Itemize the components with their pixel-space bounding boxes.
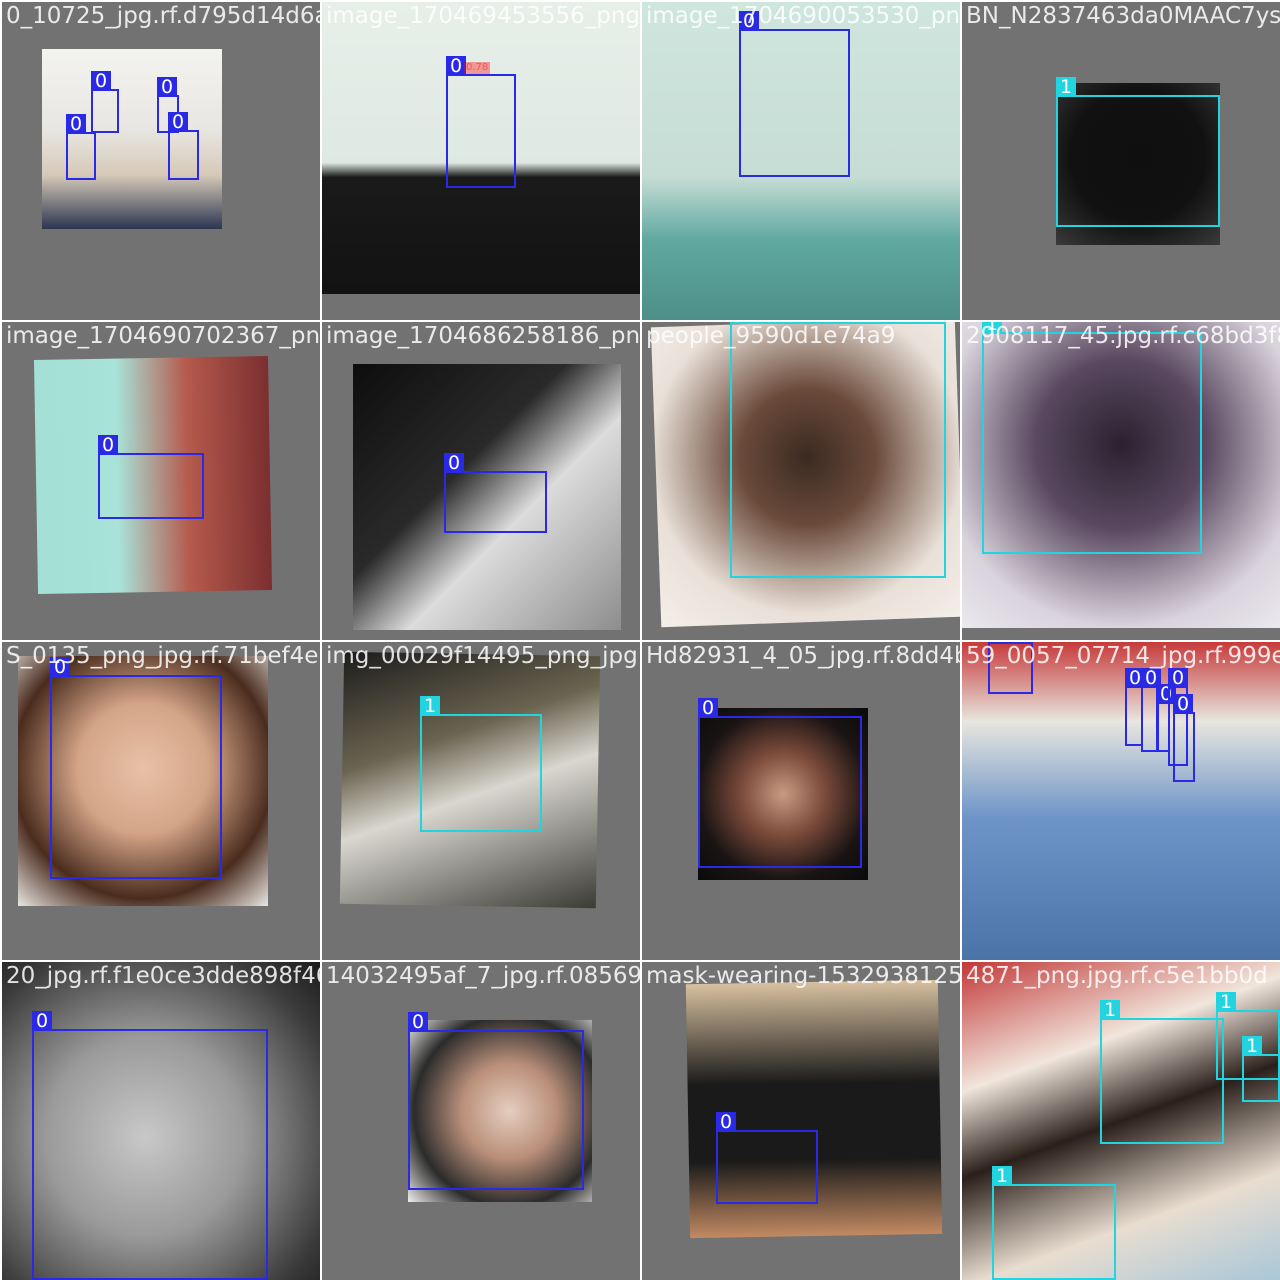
tile-filename: image_1704690702367_png.rf — [6, 323, 320, 349]
detection-box: 0 — [91, 71, 119, 133]
class-label: 1 — [992, 1166, 1012, 1186]
tile-filename: image_170469453556_png.rf — [326, 3, 640, 29]
mosaic-tile: 1 img_00029f14495_png_jpg.rf — [322, 642, 640, 960]
detection-box: 0 — [66, 114, 96, 180]
class-label: 0 — [32, 1011, 52, 1031]
mosaic-tile: 1 2908117_45.jpg.rf.c68bd3f8f — [962, 322, 1280, 640]
tile-filename: BN_N2837463da0MAAC7ys — [966, 3, 1280, 29]
mosaic-tile: 0 14032495af_7_jpg.rf.0856905 — [322, 962, 640, 1280]
class-label: 0 — [446, 56, 466, 76]
detection-box: 0 — [168, 112, 199, 180]
tile-filename: 2908117_45.jpg.rf.c68bd3f8f — [966, 323, 1280, 349]
mosaic-tile: 1 BN_N2837463da0MAAC7ys — [962, 2, 1280, 320]
class-label: 1 — [420, 696, 440, 716]
tile-filename: 0_10725_jpg.rf.d795d14d6a8c8e8a — [6, 3, 320, 29]
class-label: 0 — [157, 77, 177, 97]
tile-filename: S_0135_png_jpg.rf.71bef4e7 — [6, 643, 320, 669]
mosaic-tile: 0 0.78 image_170469453556_png.rf — [322, 2, 640, 320]
detection-box: 0 — [444, 453, 547, 533]
tile-filename: people_9590d1e74a9 — [646, 323, 896, 349]
class-label: 0 — [66, 114, 86, 134]
class-label: 1 — [1100, 1000, 1120, 1020]
class-label: 0 — [698, 698, 718, 718]
tile-filename: img_00029f14495_png_jpg.rf — [326, 643, 640, 669]
class-label: 0 — [91, 71, 111, 91]
class-label: 1 — [1056, 77, 1076, 97]
tile-filename: 20_jpg.rf.f1e0ce3dde898f46e — [6, 963, 320, 989]
tile-filename: 14032495af_7_jpg.rf.0856905 — [326, 963, 640, 989]
class-label: 1 — [1216, 992, 1236, 1012]
detection-box: 1 — [982, 322, 1202, 554]
mosaic-tile: 0 mask-wearing-1532938125 — [642, 962, 960, 1280]
detection-box: 0 — [408, 1012, 584, 1190]
mosaic-grid: 0 0 0 0 0_10725_jpg.rf.d795d14d6a8c8e8a … — [0, 0, 1280, 1280]
class-label: 0 — [1168, 668, 1188, 688]
detection-box: 0 — [698, 698, 862, 868]
class-label: 0 — [1173, 694, 1193, 714]
mosaic-tile: 0 0 0 0 0 0 59_0057_07714_jpg.rf.999e30d… — [962, 642, 1280, 960]
class-label: 0 — [168, 112, 188, 132]
tile-filename: 59_0057_07714_jpg.rf.999e30d2 — [966, 643, 1280, 669]
detection-box: 1 — [420, 696, 542, 832]
tile-filename: image_1704690053530_png.rf — [646, 3, 960, 29]
mosaic-tile: 0 image_1704690702367_png.rf — [2, 322, 320, 640]
mosaic-tile: 1 1 1 1 4871_png.jpg.rf.c5e1bb0d — [962, 962, 1280, 1280]
detection-box: 1 — [992, 1166, 1116, 1280]
detection-box: 0 — [716, 1112, 818, 1204]
confidence-score: 0.78 — [464, 62, 491, 74]
mosaic-tile: 0 0 0 0 0_10725_jpg.rf.d795d14d6a8c8e8a — [2, 2, 320, 320]
tile-filename: image_1704686258186_png.rf — [326, 323, 640, 349]
mosaic-tile: 0 Hd82931_4_05_jpg.rf.8dd4b02 — [642, 642, 960, 960]
mosaic-tile: 0 S_0135_png_jpg.rf.71bef4e7 — [2, 642, 320, 960]
tile-filename: mask-wearing-1532938125 — [646, 963, 960, 989]
mosaic-tile: 0 image_1704686258186_png.rf — [322, 322, 640, 640]
detection-box: 0 — [98, 435, 204, 519]
detection-box: 1 — [1100, 1000, 1224, 1144]
class-label: 0 — [98, 435, 118, 455]
class-label: 0 — [716, 1112, 736, 1132]
mosaic-tile: 1 people_9590d1e74a9 — [642, 322, 960, 640]
mosaic-tile: 0 20_jpg.rf.f1e0ce3dde898f46e — [2, 962, 320, 1280]
class-label: 0 — [408, 1012, 428, 1032]
detection-box: 0 — [32, 1011, 268, 1280]
detection-box: 1 — [1242, 1036, 1280, 1102]
class-label: 1 — [1242, 1036, 1262, 1056]
detection-box: 0 0.78 — [446, 56, 516, 188]
detection-box: 0 — [739, 11, 850, 177]
mosaic-tile: 0 image_1704690053530_png.rf — [642, 2, 960, 320]
class-label: 0 — [444, 453, 464, 473]
detection-box: 0 — [1173, 694, 1195, 782]
detection-box: 1 — [1056, 77, 1220, 227]
detection-box: 0 — [50, 657, 222, 879]
tile-filename: Hd82931_4_05_jpg.rf.8dd4b02 — [646, 643, 960, 669]
detection-box: 1 — [730, 322, 946, 578]
tile-filename: 4871_png.jpg.rf.c5e1bb0d — [966, 963, 1268, 989]
